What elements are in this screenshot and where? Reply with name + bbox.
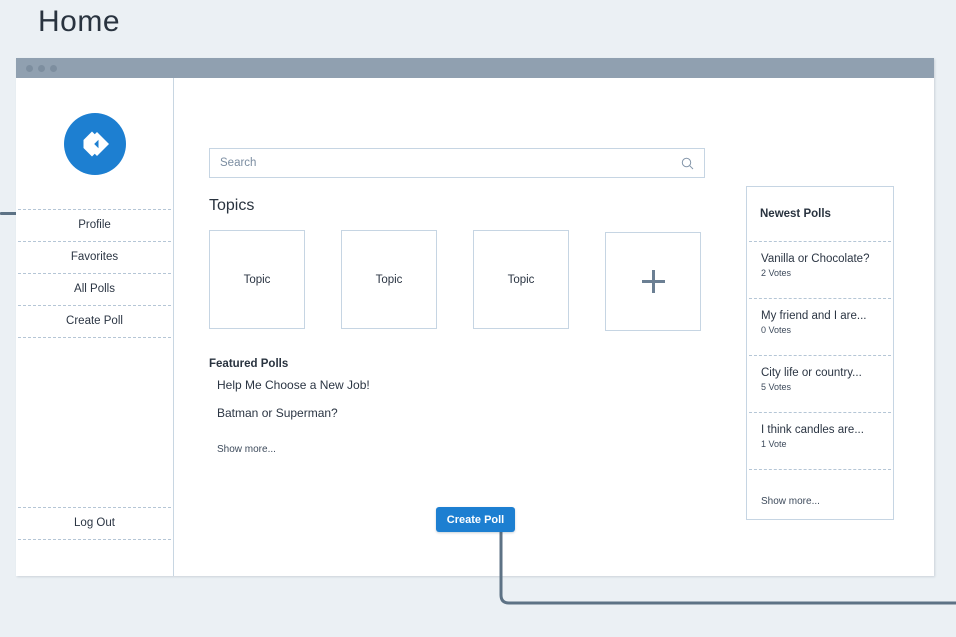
newest-poll-title: City life or country...: [761, 367, 862, 379]
featured-poll-item[interactable]: Batman or Superman?: [217, 406, 370, 420]
topic-card[interactable]: Topic: [341, 230, 437, 329]
sidebar-item-label: Favorites: [70, 251, 119, 263]
newest-poll-item[interactable]: Vanilla or Chocolate? 2 Votes: [749, 241, 891, 298]
search-icon[interactable]: [681, 157, 694, 170]
newest-poll-item[interactable]: My friend and I are... 0 Votes: [749, 298, 891, 355]
search-box[interactable]: Search: [209, 148, 705, 178]
featured-polls-heading: Featured Polls: [209, 358, 289, 370]
sidebar-item-profile[interactable]: Profile: [18, 209, 171, 241]
window-dot-minimize-icon[interactable]: [38, 64, 45, 72]
topic-card[interactable]: Topic: [209, 230, 305, 329]
create-poll-button[interactable]: Create Poll: [436, 507, 515, 532]
newest-poll-title: I think candles are...: [761, 424, 864, 436]
window-dot-close-icon[interactable]: [26, 64, 33, 72]
newest-polls-show-more[interactable]: Show more...: [749, 469, 891, 519]
featured-polls-show-more[interactable]: Show more...: [217, 444, 276, 455]
topics-heading: Topics: [209, 197, 255, 214]
newest-poll-votes: 5 Votes: [761, 382, 792, 392]
app-logo[interactable]: [63, 112, 126, 175]
topics-row: Topic Topic Topic: [209, 230, 701, 331]
plus-icon: [641, 270, 665, 293]
featured-polls-list: Help Me Choose a New Job! Batman or Supe…: [217, 378, 370, 434]
featured-poll-item[interactable]: Help Me Choose a New Job!: [217, 378, 370, 392]
newest-poll-votes: 0 Votes: [761, 325, 792, 335]
sidebar-item-favorites[interactable]: Favorites: [18, 241, 171, 273]
diamond-chevron-logo-icon: [83, 131, 109, 156]
sidebar-item-label: Create Poll: [66, 315, 123, 327]
newest-polls-heading: Newest Polls: [760, 208, 831, 220]
topic-card-label: Topic: [507, 273, 535, 286]
newest-poll-votes: 1 Vote: [761, 439, 787, 449]
topic-card-label: Topic: [243, 273, 271, 286]
create-poll-button-label: Create Poll: [446, 513, 505, 526]
sidebar-item-label: All Polls: [74, 283, 115, 295]
topic-card-label: Topic: [375, 273, 403, 286]
sidebar-item-label: Profile: [78, 219, 111, 231]
main-content: Search Topics Topic Topic Topic Featured…: [174, 78, 934, 576]
sidebar-item-create-poll[interactable]: Create Poll: [18, 305, 171, 337]
window-dot-maximize-icon[interactable]: [50, 64, 57, 72]
add-topic-card[interactable]: [605, 232, 701, 331]
newest-poll-title: Vanilla or Chocolate?: [761, 253, 870, 265]
newest-poll-item[interactable]: City life or country... 5 Votes: [749, 355, 891, 412]
newest-poll-votes: 2 Votes: [761, 268, 792, 278]
newest-poll-item[interactable]: I think candles are... 1 Vote: [749, 412, 891, 469]
window-titlebar: [16, 58, 934, 78]
page-title: Home: [38, 5, 121, 38]
search-input[interactable]: Search: [220, 157, 681, 169]
sidebar-item-logout[interactable]: Log Out: [18, 507, 171, 540]
browser-window: Profile Favorites All Polls Create Poll …: [16, 58, 934, 576]
sidebar: Profile Favorites All Polls Create Poll …: [16, 78, 174, 576]
window-body: Profile Favorites All Polls Create Poll …: [16, 78, 934, 576]
sidebar-item-all-polls[interactable]: All Polls: [18, 273, 171, 305]
newest-poll-title: My friend and I are...: [761, 310, 867, 322]
sidebar-footer-spacer: [16, 540, 173, 576]
sidebar-item-label: Log Out: [74, 517, 115, 529]
newest-polls-panel: Newest Polls Vanilla or Chocolate? 2 Vot…: [746, 186, 894, 520]
topic-card[interactable]: Topic: [473, 230, 569, 329]
sidebar-logo-area: [16, 78, 173, 209]
sidebar-spacer: [18, 337, 171, 507]
